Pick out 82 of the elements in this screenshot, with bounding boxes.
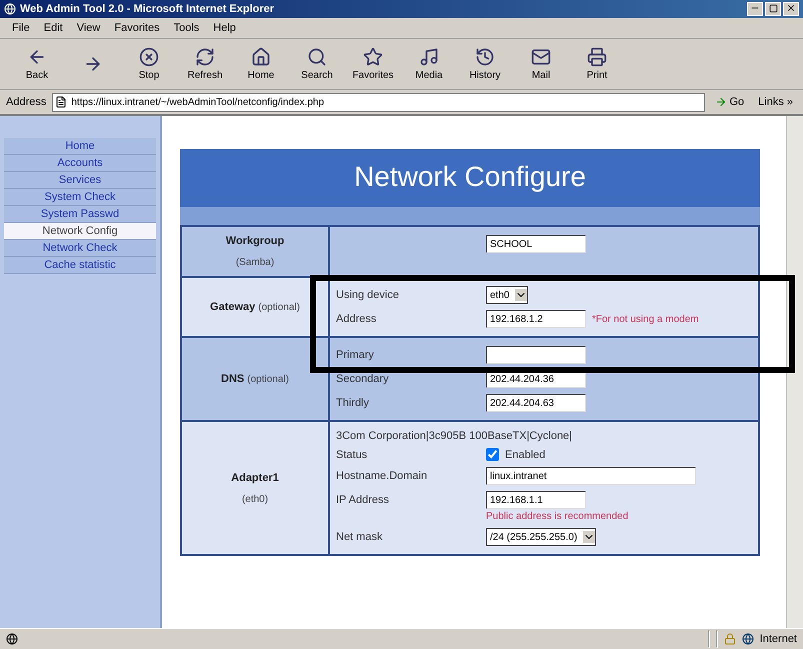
section-label: Workgroup — [226, 235, 284, 247]
section-sublabel: (Samba) — [236, 257, 274, 268]
sidebar-item[interactable]: Cache statistic — [4, 257, 156, 274]
stop-icon — [139, 47, 159, 67]
history-icon — [475, 47, 495, 67]
lock-icon — [724, 633, 736, 645]
field-label: Primary — [336, 349, 375, 361]
text-field[interactable] — [486, 346, 586, 364]
menu-item[interactable]: Tools — [174, 22, 200, 34]
menu-item[interactable]: Edit — [44, 22, 63, 34]
sidebar-item[interactable]: Services — [4, 172, 156, 189]
section-sublabel: (optional) — [258, 302, 300, 312]
hint-text: Public address is recommended — [486, 510, 628, 522]
section-label: DNS — [221, 373, 244, 385]
menu-item[interactable]: View — [76, 22, 100, 34]
toolbar-button[interactable]: Refresh — [180, 42, 230, 86]
mail-icon — [531, 47, 551, 67]
browser-icon — [4, 3, 16, 15]
sidebar-item[interactable]: Network Check — [4, 240, 156, 257]
sidebar-item[interactable]: Accounts — [4, 155, 156, 172]
scrollbar[interactable] — [786, 116, 803, 628]
close-button[interactable] — [783, 2, 799, 16]
page-icon — [6, 633, 18, 645]
section-label: Adapter1 — [231, 472, 279, 484]
text-field[interactable]: 192.168.1.1 — [486, 491, 586, 509]
address-field[interactable]: https://linux.intranet/~/webAdminTool/netconfig/index.php — [52, 92, 706, 112]
music-note-icon — [419, 47, 439, 67]
field-label: Hostname.Domain — [336, 470, 428, 482]
field-label: Thirdly — [336, 397, 370, 409]
toolbar-button[interactable]: History — [460, 42, 510, 86]
toolbar-button[interactable]: Favorites — [348, 42, 398, 86]
field-label: Address — [336, 313, 378, 325]
toolbar-button[interactable]: Stop — [124, 42, 174, 86]
toolbar-button[interactable]: Home — [236, 42, 286, 86]
window-title: Web Admin Tool 2.0 - Microsoft Internet Explorer — [20, 3, 274, 15]
go-arrow-icon — [715, 96, 728, 108]
menu-item[interactable]: File — [12, 22, 30, 34]
menu-item[interactable]: Help — [213, 22, 236, 34]
page-title: Network Configure — [180, 149, 760, 207]
text-field[interactable]: linux.intranet — [486, 467, 696, 485]
zone-label: Internet — [760, 633, 797, 645]
field-label: Using device — [336, 289, 400, 301]
home-icon — [251, 47, 271, 67]
menu-item[interactable]: Favorites — [114, 22, 160, 34]
section-label: Gateway — [210, 301, 256, 313]
page-icon — [55, 96, 68, 108]
address-label: Address — [6, 96, 46, 108]
toolbar-button[interactable]: Back — [12, 42, 62, 86]
toolbar-button[interactable]: Print — [572, 42, 622, 86]
section-sublabel: (eth0) — [242, 494, 268, 504]
printer-icon — [587, 47, 607, 67]
section-sublabel: (optional) — [247, 374, 289, 384]
toolbar-button[interactable]: Media — [404, 42, 454, 86]
text-field[interactable]: SCHOOL — [486, 235, 586, 253]
sidebar-item[interactable]: Home — [4, 138, 156, 155]
sidebar-item[interactable]: Network Config — [4, 223, 156, 240]
checkbox-label: Enabled — [505, 448, 546, 460]
field-label: Status — [336, 448, 368, 460]
go-button[interactable]: Go — [711, 96, 748, 108]
close-icon — [786, 3, 796, 13]
sidebar-item[interactable]: System Check — [4, 189, 156, 206]
toolbar-button[interactable]: Search — [292, 42, 342, 86]
dropdown[interactable]: /24 (255.255.255.0) — [486, 528, 596, 546]
star-icon — [363, 47, 383, 67]
text-field[interactable]: 202.44.204.63 — [486, 394, 586, 412]
field-label: Net mask — [336, 531, 384, 543]
links-button[interactable]: Links » — [754, 96, 797, 108]
field-label: IP Address — [336, 494, 390, 506]
search-icon — [307, 47, 327, 67]
toolbar-button[interactable]: Mail — [516, 42, 566, 86]
sidebar-item[interactable]: System Passwd — [4, 206, 156, 223]
field-label: Secondary — [336, 373, 390, 385]
minimize-button[interactable] — [747, 2, 763, 16]
dropdown[interactable]: eth0 — [486, 286, 528, 304]
maximize-icon — [768, 4, 778, 12]
maximize-button[interactable] — [765, 2, 781, 16]
internet-zone-icon — [742, 633, 754, 645]
hint-text: *For not using a modem — [591, 314, 700, 324]
refresh-icon — [195, 47, 215, 67]
checkbox[interactable] — [486, 448, 499, 461]
adapter-description: 3Com Corporation|3c905B 100BaseTX|Cyclone| — [336, 430, 574, 442]
text-field[interactable]: 192.168.1.2 — [486, 310, 586, 328]
